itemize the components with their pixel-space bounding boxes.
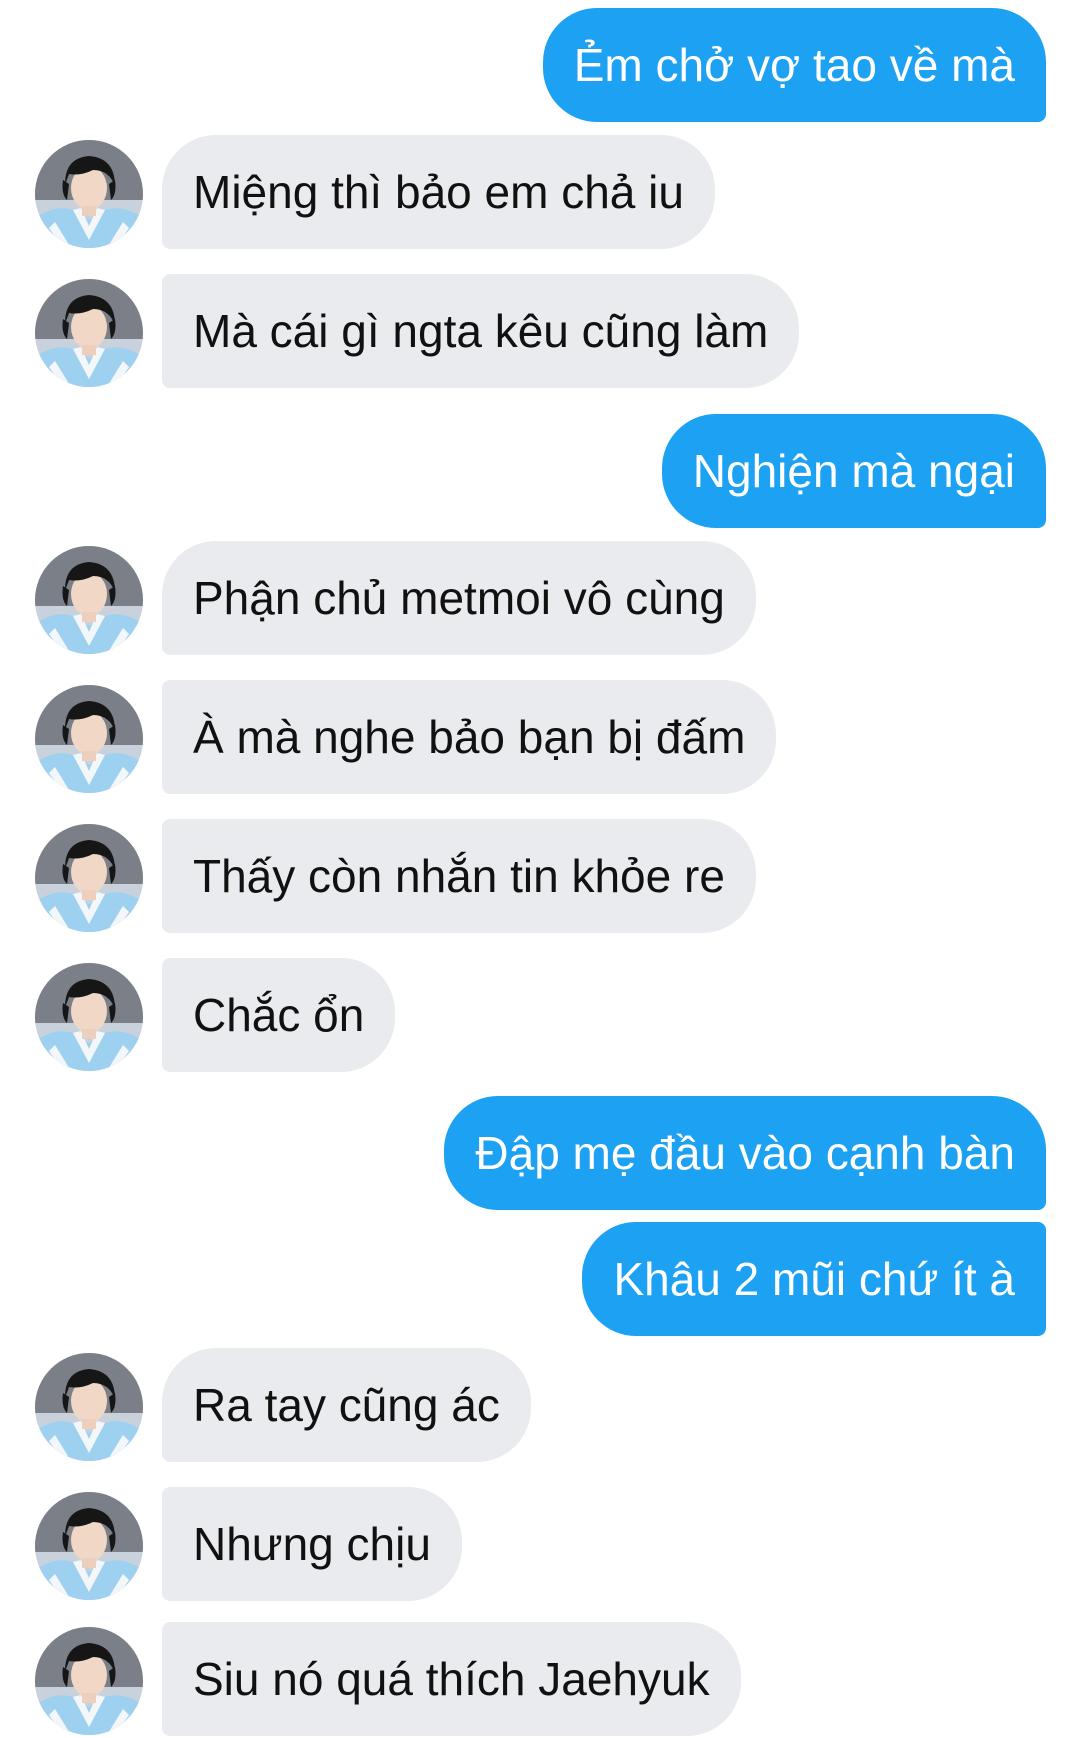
message-row: Nhưng chịu	[0, 1487, 1080, 1603]
user-avatar-image	[35, 963, 143, 1071]
incoming-message-bubble[interactable]: Ra tay cũng ác	[162, 1348, 531, 1462]
avatar[interactable]	[35, 279, 143, 387]
outgoing-message-bubble[interactable]: Khâu 2 mũi chứ ít à	[582, 1222, 1046, 1336]
avatar[interactable]	[35, 963, 143, 1071]
message-row: Phận chủ metmoi vô cùng	[0, 541, 1080, 657]
message-row: À mà nghe bảo bạn bị đấm	[0, 680, 1080, 796]
incoming-message-bubble[interactable]: Nhưng chịu	[162, 1487, 462, 1601]
avatar[interactable]	[35, 1627, 143, 1735]
avatar[interactable]	[35, 140, 143, 248]
incoming-message-bubble[interactable]: Chắc ổn	[162, 958, 396, 1072]
message-row: Đập mẹ đầu vào cạnh bàn	[0, 1096, 1080, 1212]
incoming-message-bubble[interactable]: Mà cái gì ngta kêu cũng làm	[162, 274, 800, 388]
user-avatar-image	[35, 279, 143, 387]
avatar[interactable]	[35, 546, 143, 654]
avatar[interactable]	[35, 1353, 143, 1461]
message-row: Ra tay cũng ác	[0, 1348, 1080, 1464]
avatar[interactable]	[35, 824, 143, 932]
avatar[interactable]	[35, 1492, 143, 1600]
outgoing-message-bubble[interactable]: Ẻm chở vợ tao về mà	[542, 8, 1046, 122]
message-row: Miệng thì bảo em chả iu	[0, 135, 1080, 251]
message-row: Thấy còn nhắn tin khỏe re	[0, 819, 1080, 935]
message-row: Khâu 2 mũi chứ ít à	[0, 1222, 1080, 1338]
user-avatar-image	[35, 824, 143, 932]
user-avatar-image	[35, 1492, 143, 1600]
user-avatar-image	[35, 685, 143, 793]
user-avatar-image	[35, 546, 143, 654]
message-row: Ẻm chở vợ tao về mà	[0, 8, 1080, 124]
outgoing-message-bubble[interactable]: Đập mẹ đầu vào cạnh bàn	[444, 1096, 1046, 1210]
user-avatar-image	[35, 140, 143, 248]
avatar[interactable]	[35, 685, 143, 793]
incoming-message-bubble[interactable]: Thấy còn nhắn tin khỏe re	[162, 819, 756, 933]
incoming-message-bubble[interactable]: Miệng thì bảo em chả iu	[162, 135, 715, 249]
message-row: Mà cái gì ngta kêu cũng làm	[0, 274, 1080, 390]
message-row: Nghiện mà ngại	[0, 414, 1080, 530]
message-row: Siu nó quá thích Jaehyuk	[0, 1622, 1080, 1738]
incoming-message-bubble[interactable]: Siu nó quá thích Jaehyuk	[162, 1622, 741, 1736]
incoming-message-bubble[interactable]: À mà nghe bảo bạn bị đấm	[162, 680, 777, 794]
message-row: Chắc ổn	[0, 958, 1080, 1074]
outgoing-message-bubble[interactable]: Nghiện mà ngại	[661, 414, 1046, 528]
user-avatar-image	[35, 1627, 143, 1735]
message-thread: Ẻm chở vợ tao về mà Miệng thì bảo em chả…	[0, 0, 1080, 1738]
user-avatar-image	[35, 1353, 143, 1461]
incoming-message-bubble[interactable]: Phận chủ metmoi vô cùng	[162, 541, 756, 655]
